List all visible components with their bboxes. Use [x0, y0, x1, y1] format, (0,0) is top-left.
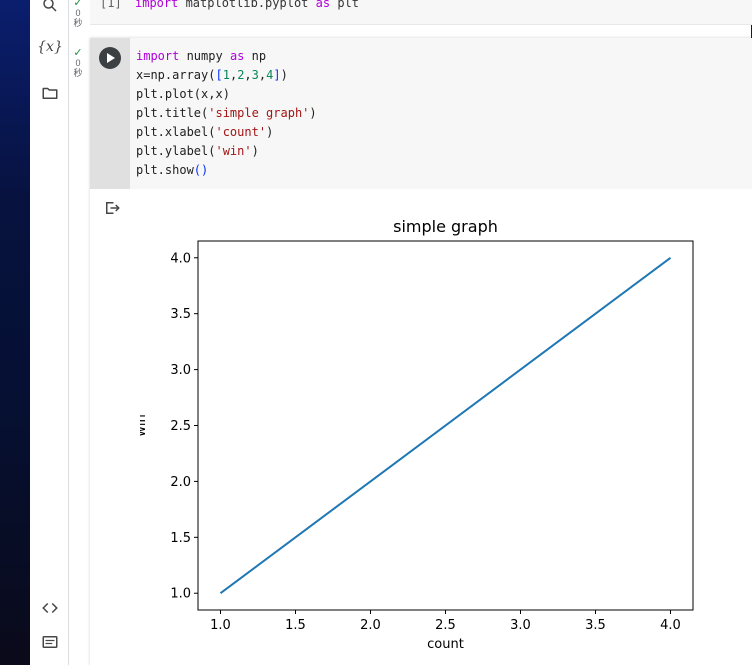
- colab-window: {x} ✓ 0 秒 ✓ 0 秒 [1] import matplotlib.py…: [30, 0, 752, 665]
- terminal-icon[interactable]: [39, 631, 61, 653]
- y-tick-label: 3.5: [170, 307, 191, 322]
- main-cell-time-unit: 秒: [73, 68, 83, 78]
- y-tick-label: 1.0: [170, 587, 191, 602]
- desktop-background: [0, 0, 30, 665]
- main-code-cell: import numpy as np x=np.array([1,2,3,4]) p…: [90, 38, 752, 665]
- x-tick-label: 3.0: [510, 618, 531, 633]
- run-cell-button[interactable]: [99, 47, 121, 69]
- code-line-1: import numpy as np: [136, 49, 267, 63]
- check-icon: ✓: [73, 0, 83, 9]
- code-line-7: plt.show(): [136, 163, 209, 177]
- prev-cell-time-unit: 秒: [73, 18, 83, 28]
- x-axis-label: count: [427, 637, 464, 649]
- x-tick-label: 2.0: [360, 618, 381, 633]
- y-tick-label: 3.0: [170, 363, 191, 378]
- x-tick-label: 4.0: [660, 618, 681, 633]
- code-line-5: plt.xlabel('count'): [136, 125, 274, 139]
- x-tick-label: 1.5: [285, 618, 306, 633]
- chart-title: simple graph: [393, 217, 498, 236]
- prev-cell-code[interactable]: import matplotlib.pyplot as plt: [135, 0, 359, 10]
- folder-icon[interactable]: [39, 82, 61, 104]
- check-icon: ✓: [73, 47, 83, 59]
- main-cell-time: 0: [75, 58, 81, 68]
- cell-output: simple graph 1.0 1.5 2.0 2.5 3.0 3.5 4.0 1.0 1.5 2…: [90, 189, 752, 665]
- code-line-2: x=np.array([1,2,3,4]): [136, 68, 288, 82]
- code-line-3: plt.plot(x,x): [136, 87, 230, 101]
- left-rail: {x}: [30, 0, 69, 665]
- y-tick-label: 4.0: [170, 251, 191, 266]
- output-actions-icon[interactable]: [103, 199, 121, 217]
- run-column: [90, 38, 130, 189]
- prev-code-cell[interactable]: [1] import matplotlib.pyplot as plt: [90, 0, 752, 25]
- line-chart: simple graph 1.0 1.5 2.0 2.5 3.0 3.5 4.0 1.0 1.5 2…: [140, 217, 694, 649]
- code-lines[interactable]: import numpy as np x=np.array([1,2,3,4]) p…: [136, 47, 317, 180]
- code-line-6: plt.ylabel('win'): [136, 144, 259, 158]
- x-tick-label: 2.5: [435, 618, 456, 633]
- prev-cell-exec-count: [1]: [100, 0, 122, 10]
- x-tick-label: 1.0: [210, 618, 231, 633]
- code-snippets-icon[interactable]: [39, 597, 61, 619]
- y-tick-label: 1.5: [170, 531, 191, 546]
- y-tick-label: 2.5: [170, 419, 191, 434]
- prev-cell-time: 0: [75, 8, 81, 18]
- code-line-4: plt.title('simple graph'): [136, 106, 317, 120]
- series-line: [219, 256, 672, 595]
- main-cell-status: ✓ 0 秒: [68, 47, 88, 79]
- variables-icon-label: {x}: [37, 39, 63, 55]
- y-tick-label: 2.0: [170, 475, 191, 490]
- code-editor[interactable]: import numpy as np x=np.array([1,2,3,4]) p…: [90, 38, 752, 189]
- search-icon[interactable]: [39, 0, 61, 16]
- variables-icon[interactable]: {x}: [37, 36, 63, 58]
- prev-cell-status: ✓ 0 秒: [68, 0, 88, 28]
- y-axis-label: win: [140, 414, 149, 436]
- x-tick-label: 3.5: [585, 618, 606, 633]
